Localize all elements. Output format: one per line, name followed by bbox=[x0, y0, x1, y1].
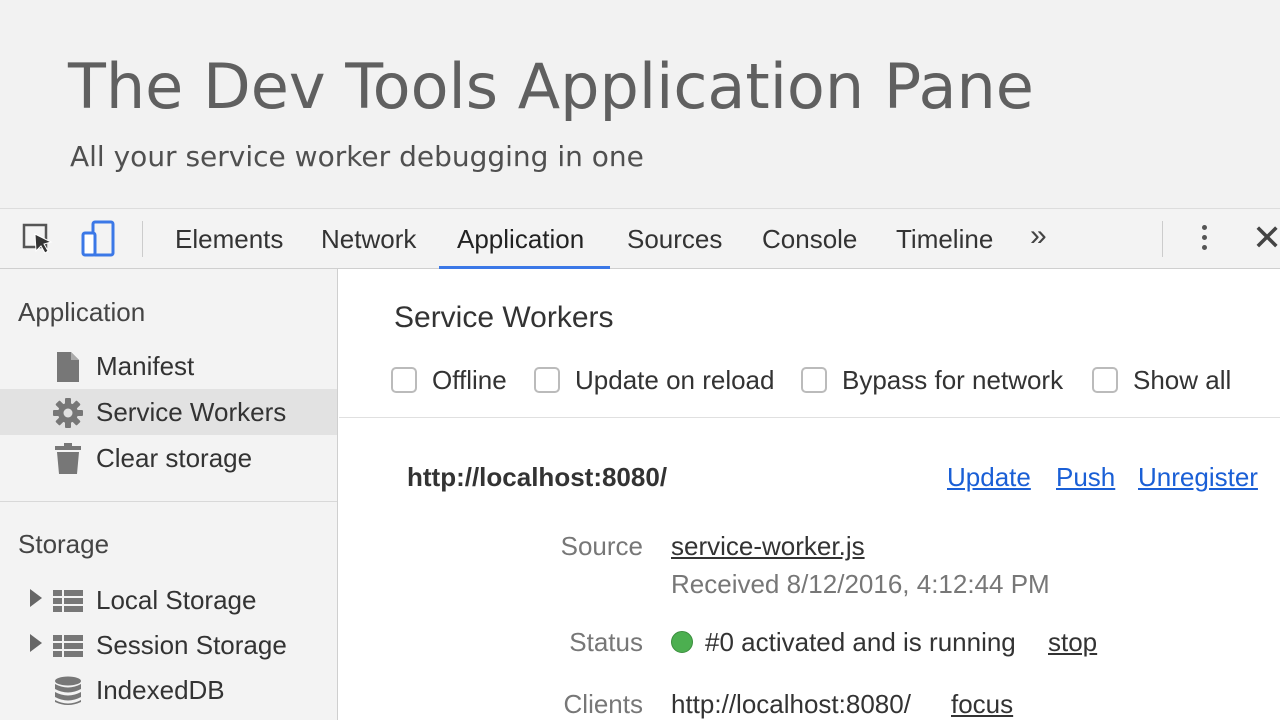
checkbox-label: Offline bbox=[432, 364, 507, 395]
sidebar-item-label: Clear storage bbox=[96, 443, 253, 473]
panel-divider bbox=[339, 417, 1280, 418]
tab-elements[interactable]: Elements bbox=[175, 209, 283, 269]
status-text: #0 activated and is running bbox=[705, 627, 1016, 657]
checkbox-box[interactable] bbox=[534, 367, 560, 393]
panel-title: Service Workers bbox=[394, 301, 614, 334]
sidebar-item-local-storage[interactable]: Local Storage bbox=[0, 577, 337, 623]
focus-link[interactable]: focus bbox=[951, 689, 1013, 720]
gear-icon bbox=[52, 397, 84, 429]
update-link[interactable]: Update bbox=[947, 462, 1031, 493]
status-value: #0 activated and is running bbox=[671, 627, 1016, 658]
sidebar-item-label: Manifest bbox=[96, 351, 195, 381]
clients-label: Clients bbox=[563, 689, 643, 719]
source-label: Source bbox=[560, 531, 643, 561]
client-url: http://localhost:8080/ bbox=[671, 689, 911, 719]
sidebar-heading-storage: Storage bbox=[18, 529, 110, 559]
expand-triangle-icon[interactable] bbox=[30, 634, 42, 652]
sidebar-item-clear-storage[interactable]: Clear storage bbox=[0, 435, 337, 481]
sidebar-item-label: Local Storage bbox=[96, 585, 257, 615]
devtools-window: Elements Network Application Sources Con… bbox=[0, 208, 1280, 720]
update-on-reload-checkbox[interactable]: Update on reload bbox=[534, 365, 774, 395]
grid-icon bbox=[52, 630, 84, 662]
checkbox-label: Show all bbox=[1133, 364, 1232, 395]
sidebar-item-label: IndexedDB bbox=[96, 675, 225, 705]
tab-network[interactable]: Network bbox=[321, 209, 416, 269]
checkbox-box[interactable] bbox=[1092, 367, 1118, 393]
sidebar-item-indexeddb[interactable]: IndexedDB bbox=[0, 667, 337, 713]
sidebar-item-label: Service Workers bbox=[96, 397, 287, 427]
grid-icon bbox=[52, 585, 84, 617]
more-tabs-icon[interactable]: » bbox=[1030, 219, 1047, 253]
sidebar-heading-application: Application bbox=[18, 297, 146, 327]
status-label: Status bbox=[569, 627, 643, 657]
device-mode-icon[interactable] bbox=[78, 219, 118, 259]
toolbar-separator bbox=[1162, 221, 1163, 257]
slide-subtitle: All your service worker debugging in one bbox=[70, 140, 644, 173]
worker-scope-url: http://localhost:8080/ bbox=[407, 462, 668, 492]
tab-application[interactable]: Application bbox=[457, 209, 584, 269]
checkbox-label: Update on reload bbox=[575, 364, 775, 395]
source-file-link[interactable]: service-worker.js bbox=[671, 531, 865, 562]
close-icon[interactable]: ✕ bbox=[1252, 217, 1280, 259]
devtools-toolbar: Elements Network Application Sources Con… bbox=[0, 209, 1280, 269]
received-timestamp: Received 8/12/2016, 4:12:44 PM bbox=[671, 569, 1050, 599]
database-icon bbox=[52, 675, 84, 707]
document-icon bbox=[52, 351, 84, 383]
show-all-checkbox[interactable]: Show all bbox=[1092, 365, 1231, 395]
bypass-for-network-checkbox[interactable]: Bypass for network bbox=[801, 365, 1063, 395]
slide-title: The Dev Tools Application Pane bbox=[68, 50, 1034, 123]
tab-sources[interactable]: Sources bbox=[627, 209, 722, 269]
offline-checkbox[interactable]: Offline bbox=[391, 365, 507, 395]
toolbar-separator bbox=[142, 221, 143, 257]
sidebar-item-session-storage[interactable]: Session Storage bbox=[0, 622, 337, 668]
tab-timeline[interactable]: Timeline bbox=[896, 209, 993, 269]
stop-link[interactable]: stop bbox=[1048, 627, 1097, 658]
kebab-menu-icon[interactable] bbox=[1196, 222, 1212, 256]
checkbox-box[interactable] bbox=[801, 367, 827, 393]
checkbox-label: Bypass for network bbox=[842, 364, 1064, 395]
checkbox-box[interactable] bbox=[391, 367, 417, 393]
trash-icon bbox=[52, 443, 84, 475]
status-indicator-icon bbox=[671, 631, 693, 653]
sidebar: Application Manifest Service Workers Cle… bbox=[0, 269, 338, 720]
unregister-link[interactable]: Unregister bbox=[1138, 462, 1258, 493]
push-link[interactable]: Push bbox=[1056, 462, 1115, 493]
tab-console[interactable]: Console bbox=[762, 209, 857, 269]
inspect-icon[interactable] bbox=[18, 219, 58, 259]
expand-triangle-icon[interactable] bbox=[30, 589, 42, 607]
sidebar-divider bbox=[0, 501, 337, 502]
sidebar-item-service-workers[interactable]: Service Workers bbox=[0, 389, 337, 435]
service-workers-panel: Service Workers Offline Update on reload… bbox=[339, 269, 1280, 720]
sidebar-item-label: Session Storage bbox=[96, 630, 287, 660]
sidebar-item-manifest[interactable]: Manifest bbox=[0, 343, 337, 389]
